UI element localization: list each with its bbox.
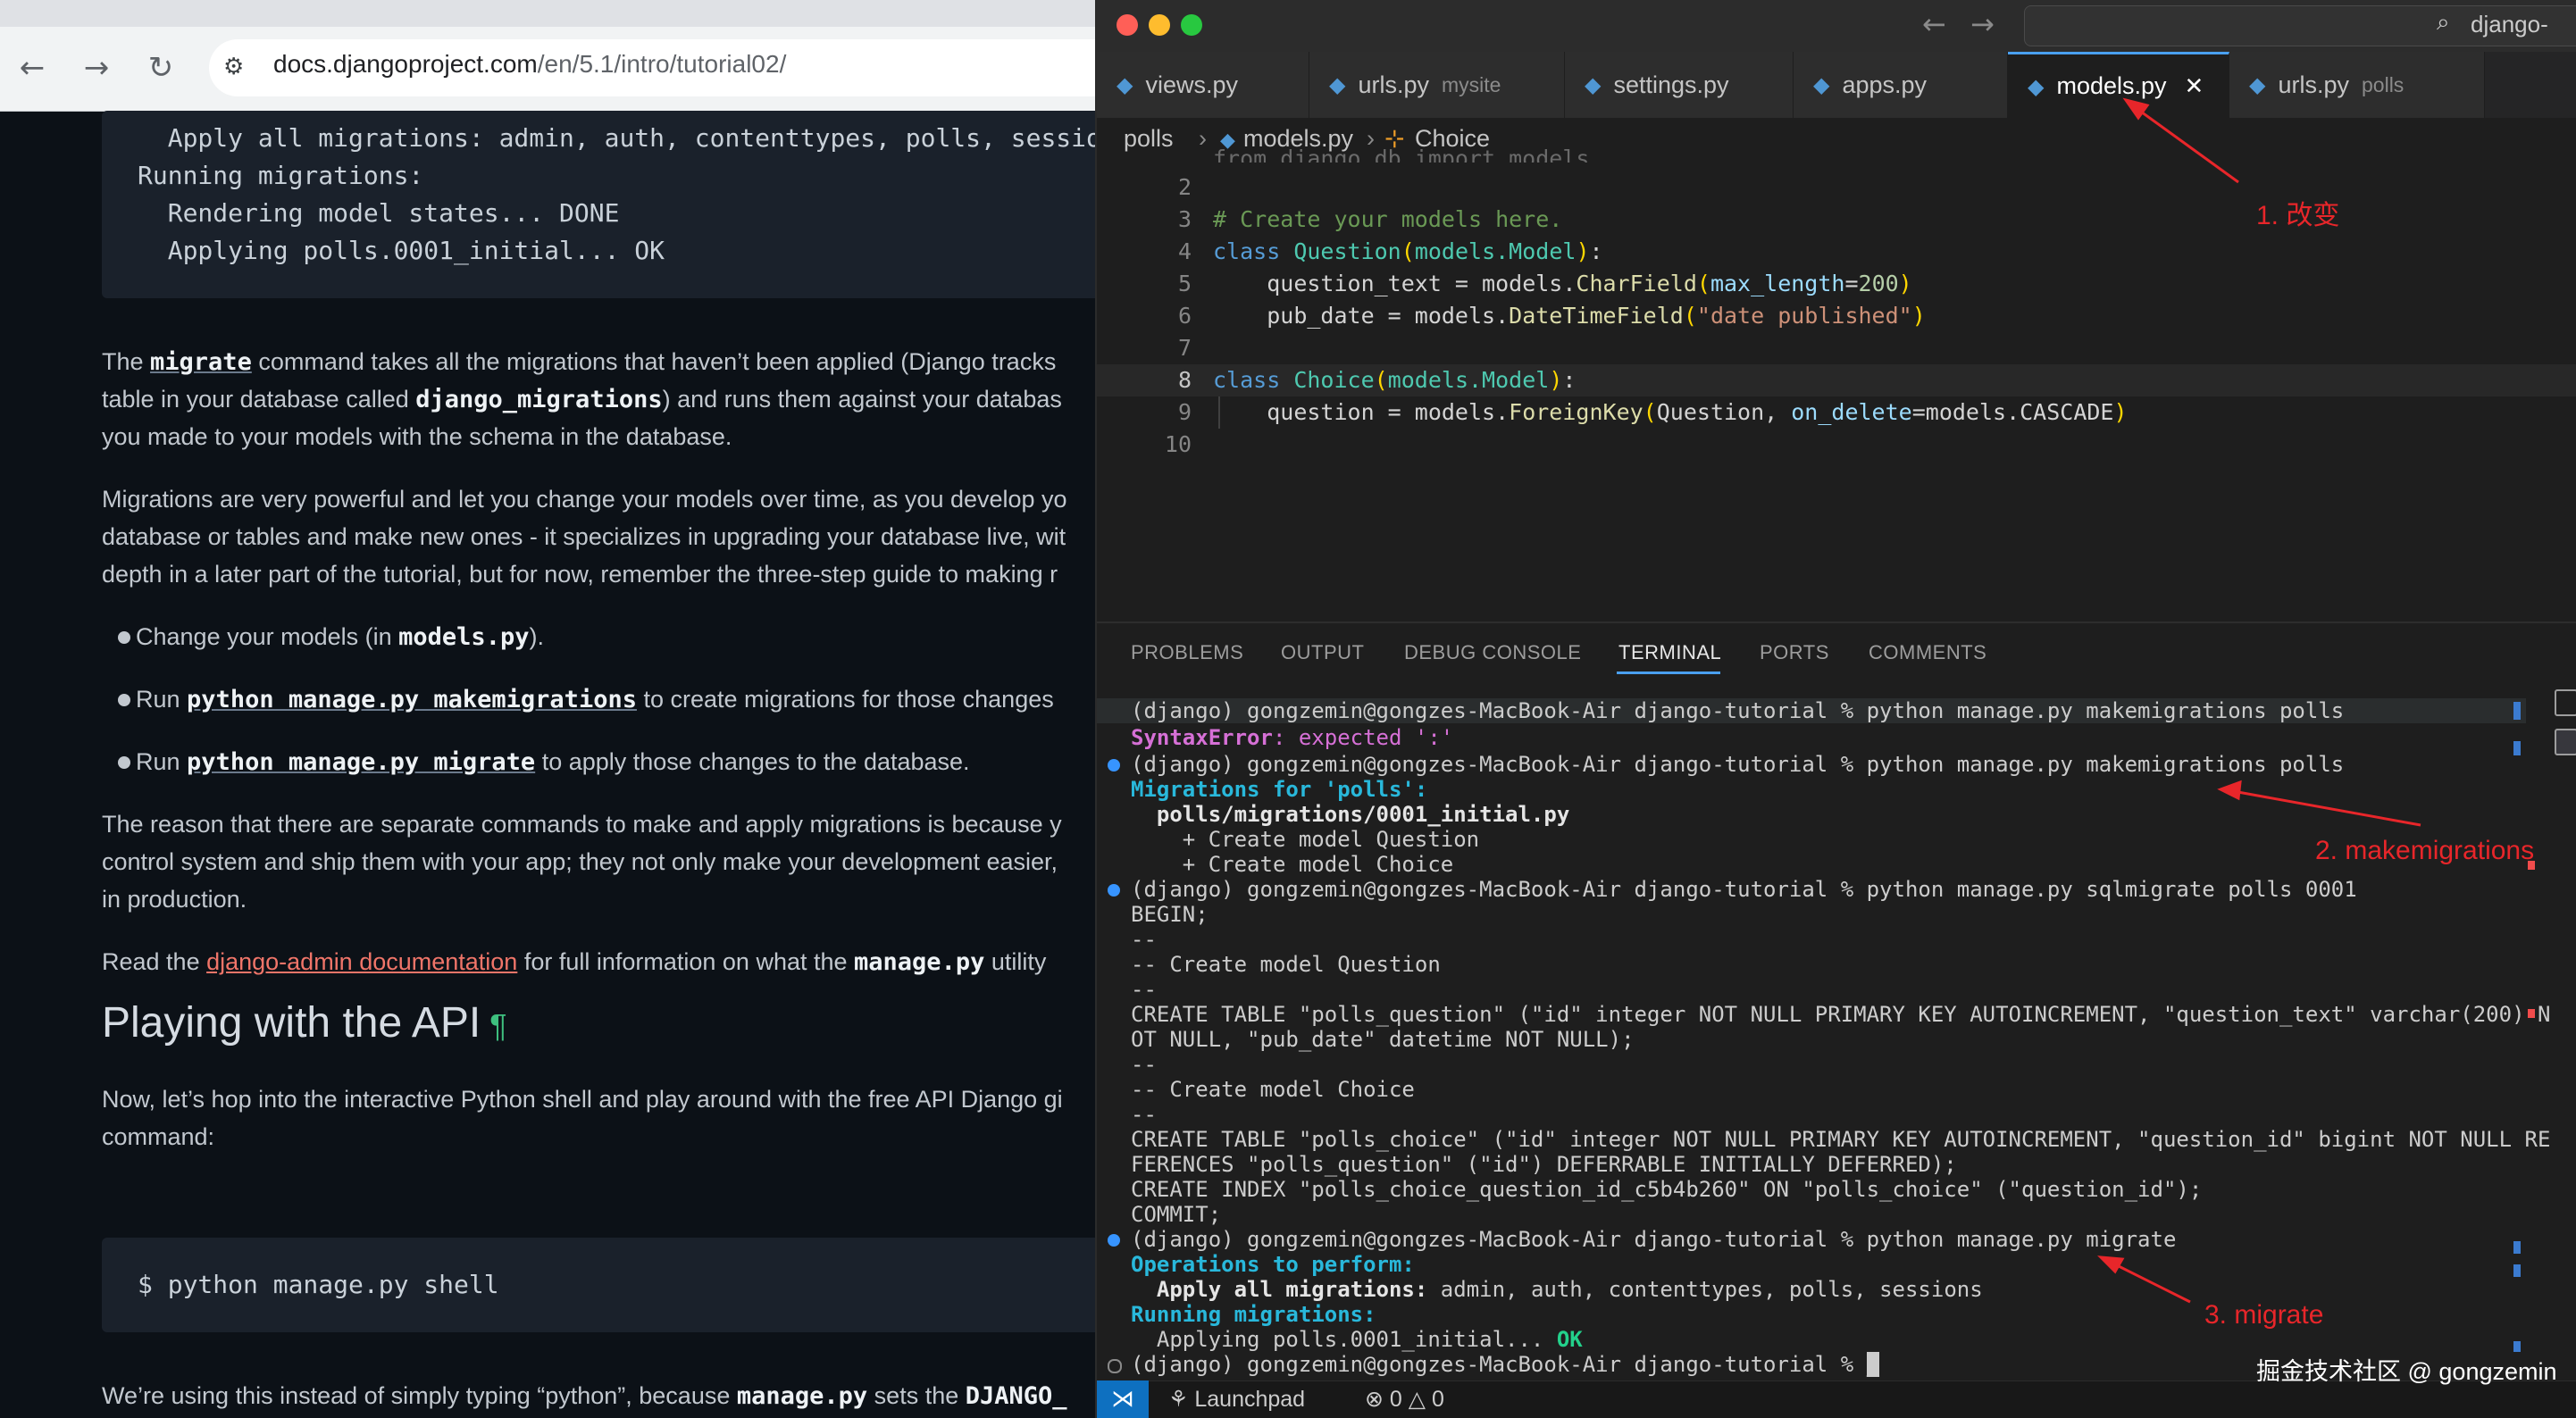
annotation-arrowhead-2 — [2217, 780, 2242, 801]
annotation-label-2: 2. makemigrations — [2315, 836, 2535, 865]
annotation-label-1: 1. 改变 — [2256, 201, 2340, 230]
annotation-arrows — [2097, 97, 2421, 1304]
annotation-arrowhead-3 — [2097, 1255, 2125, 1274]
annotation-arrow-2 — [2232, 789, 2421, 827]
watermark: 掘金技术社区 @ gongzemin — [2256, 1358, 2557, 1385]
annotation-arrow-3 — [2111, 1261, 2191, 1304]
annotation-arrow-1 — [2134, 105, 2239, 184]
annotation-label-3: 3. migrate — [2204, 1300, 2324, 1330]
